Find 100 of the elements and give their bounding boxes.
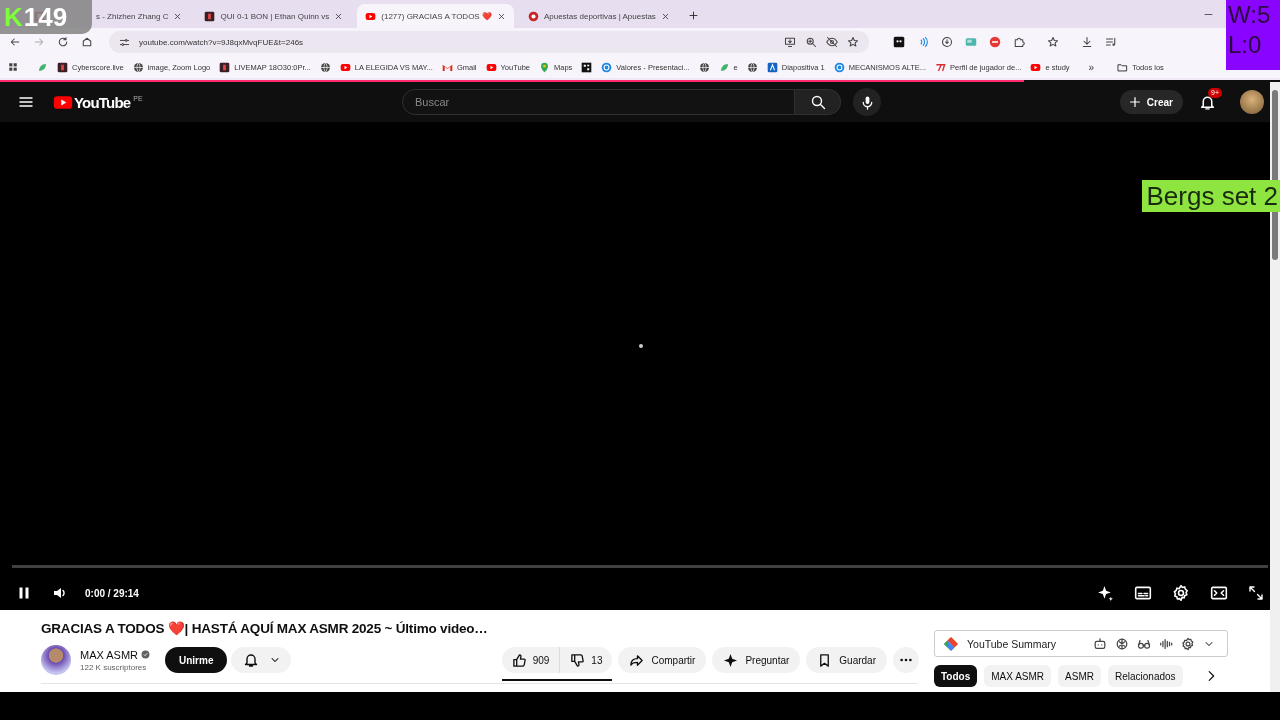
like-button[interactable]: 909 xyxy=(501,647,560,673)
tab-title: s - Zhizhen Zhang C xyxy=(96,11,169,21)
tile-icon[interactable] xyxy=(581,61,593,73)
voice-search-button[interactable] xyxy=(853,88,881,116)
swirl-icon[interactable] xyxy=(1115,636,1129,651)
save-button[interactable]: Guardar xyxy=(806,647,887,673)
play-icon xyxy=(339,61,351,73)
reload-icon[interactable] xyxy=(57,36,69,48)
channel-name[interactable]: MAX ASMR xyxy=(80,648,139,661)
home-icon[interactable] xyxy=(81,36,93,48)
loading-dot xyxy=(639,344,643,348)
circle-icon xyxy=(601,61,613,73)
media-icon[interactable] xyxy=(1105,36,1117,48)
site-info-icon[interactable] xyxy=(119,36,130,48)
robot-icon[interactable] xyxy=(1093,636,1107,651)
circle-icon xyxy=(527,10,539,22)
dislike-button[interactable]: 13 xyxy=(559,647,613,673)
globe-icon[interactable] xyxy=(698,61,710,73)
close-icon[interactable] xyxy=(173,11,183,21)
summary-title: YouTube Summary xyxy=(967,637,1057,650)
close-icon[interactable] xyxy=(496,11,506,21)
filter-chip[interactable]: MAX ASMR xyxy=(984,665,1052,687)
download-icon[interactable] xyxy=(1081,36,1093,48)
bell-icon xyxy=(243,652,260,668)
sparkle-icon[interactable] xyxy=(1097,584,1114,602)
more-button[interactable] xyxy=(893,647,919,673)
ask-icon xyxy=(723,652,739,668)
extension-icon[interactable] xyxy=(893,36,905,48)
globe-icon[interactable] xyxy=(746,61,758,73)
eye-off-icon[interactable] xyxy=(826,36,838,48)
overlay-count: 149 xyxy=(23,1,68,33)
join-button[interactable]: Unirme xyxy=(165,647,228,673)
address-field[interactable]: youtube.com/watch?v=9J8qxMvqFUE&t=246s xyxy=(109,31,869,53)
set-label: Bergs set 2 xyxy=(1142,180,1280,212)
tab-title: (1277) GRACIAS A TODOS ❤ xyxy=(381,11,492,21)
tile-icon xyxy=(766,61,778,73)
thumbs-up-icon xyxy=(511,652,527,668)
globe-icon xyxy=(132,61,144,73)
filter-chip[interactable]: ASMR xyxy=(1058,665,1101,687)
map-pin-icon xyxy=(539,61,550,73)
thumbs-down-icon xyxy=(570,652,586,668)
search-field[interactable]: Buscar xyxy=(402,89,795,115)
overlay-letter: K xyxy=(4,1,23,33)
close-icon[interactable] xyxy=(334,11,344,21)
puzzle-icon[interactable] xyxy=(1013,36,1025,48)
video-title: GRACIAS A TODOS ❤| HASTÁ AQUÍ MAX ASMR 2025 ~ Último video… xyxy=(41,620,489,636)
notifications-button[interactable] xyxy=(231,647,292,673)
share-icon xyxy=(629,652,645,668)
record-text: W:5 xyxy=(1228,0,1272,30)
logo-text[interactable]: YouTube xyxy=(74,93,131,111)
avatar[interactable] xyxy=(1240,90,1264,114)
star-icon[interactable] xyxy=(847,36,859,48)
menu-icon[interactable] xyxy=(18,94,34,110)
browser-tab[interactable]: (1277) GRACIAS A TODOS ❤ xyxy=(357,4,514,28)
back-icon[interactable] xyxy=(9,36,21,48)
play-icon xyxy=(485,61,497,73)
settings-icon[interactable] xyxy=(1181,636,1195,651)
search-icon xyxy=(809,94,826,110)
subtitles-icon[interactable] xyxy=(1134,584,1152,602)
tab-title: QUI 0-1 BON | Ethan Quinn vs xyxy=(220,11,330,21)
theater-mode-icon[interactable] xyxy=(1210,584,1228,602)
starred-list-icon[interactable] xyxy=(1047,36,1059,48)
search-button[interactable] xyxy=(795,89,841,115)
install-icon[interactable] xyxy=(784,36,796,48)
filter-chip[interactable]: Relacionados xyxy=(1107,665,1183,687)
browser-tab[interactable]: QUI 0-1 BON | Ethan Quinn vs xyxy=(196,4,352,28)
channel-avatar[interactable] xyxy=(41,645,71,675)
circle-icon xyxy=(833,61,845,73)
fullscreen-icon[interactable] xyxy=(1248,585,1264,601)
settings-icon[interactable] xyxy=(1172,584,1190,602)
tile-icon xyxy=(57,61,68,73)
more-bookmarks-button[interactable]: » xyxy=(1088,61,1095,73)
create-button[interactable]: Crear xyxy=(1119,90,1183,114)
signal-icon[interactable] xyxy=(917,36,929,48)
filter-chip[interactable]: Todos xyxy=(934,665,978,687)
address-input[interactable]: youtube.com/watch?v=9J8qxMvqFUE&t=246s xyxy=(139,37,775,47)
apps-icon[interactable] xyxy=(8,62,18,72)
new-tab-icon[interactable] xyxy=(687,10,699,21)
share-button[interactable]: Compartir xyxy=(618,647,707,673)
download-circle-icon[interactable] xyxy=(941,36,953,48)
notifications-icon[interactable] xyxy=(1199,93,1216,111)
tile-icon xyxy=(219,61,231,73)
tab-title: Apuestas deportivas | Apuestas xyxy=(543,11,656,21)
stop-icon[interactable] xyxy=(989,36,1001,48)
volume-icon[interactable] xyxy=(52,585,68,601)
close-icon[interactable] xyxy=(660,11,670,21)
play-logo-icon[interactable] xyxy=(53,93,73,111)
diamond-logo-icon xyxy=(943,635,959,652)
waveform-icon[interactable] xyxy=(1159,636,1173,651)
record-text: L:0 xyxy=(1228,30,1263,60)
time-display: 0:00 / 29:14 xyxy=(85,587,139,599)
stripes-icon xyxy=(935,61,947,73)
globe-icon[interactable] xyxy=(319,61,331,73)
subscriber-count: 122 K suscriptores xyxy=(80,662,148,672)
leaf-icon xyxy=(718,61,730,73)
zoom-icon[interactable] xyxy=(805,36,817,48)
folder-icon xyxy=(1117,61,1129,73)
ask-button[interactable]: Preguntar xyxy=(712,647,801,673)
browser-tab[interactable]: Apuestas deportivas | Apuestas xyxy=(519,4,678,28)
tile-icon xyxy=(204,10,216,22)
